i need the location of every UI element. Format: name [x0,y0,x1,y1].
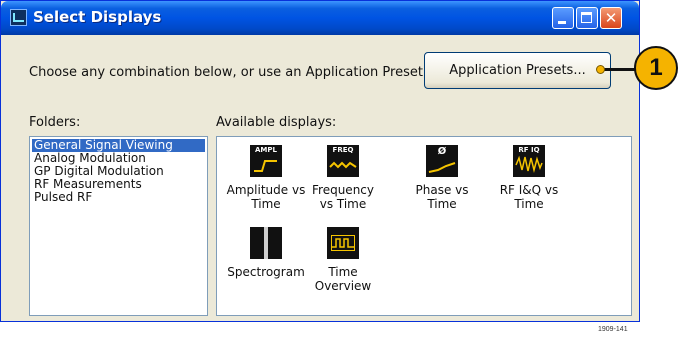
folders-list[interactable]: General Signal Viewing Analog Modulation… [29,136,208,316]
instruction-text: Choose any combination below, or use an … [29,65,428,80]
app-icon [10,9,27,26]
display-time-overview[interactable]: Time Overview [293,227,393,293]
amplitude-icon: AMPL [250,145,282,177]
close-icon: ✕ [604,9,618,27]
display-label: vs Time [319,197,367,211]
select-displays-dialog: Select Displays ✕ Choose any combination… [0,0,640,322]
display-label: Time [251,197,281,211]
available-displays-label: Available displays: [216,115,337,130]
phase-icon: Ø [426,145,458,177]
spectrogram-icon [250,227,282,259]
title-bar[interactable]: Select Displays ✕ [1,1,639,35]
display-label: Time [328,265,358,279]
display-rf-iq-vs-time[interactable]: RF IQ RF I&Q vs Time [479,145,579,211]
maximize-button[interactable] [576,7,598,29]
display-phase-vs-time[interactable]: Ø Phase vs Time [392,145,492,211]
display-label: Time [514,197,544,211]
close-button[interactable]: ✕ [600,7,622,29]
rf-iq-icon: RF IQ [513,145,545,177]
callout-dot [596,65,605,74]
display-label: Frequency [312,183,374,197]
display-label: Phase vs [415,183,469,197]
available-displays-list: AMPL Amplitude vs Time FREQ Frequency vs T… [216,136,632,316]
minimize-icon [558,21,566,24]
folders-label: Folders: [29,115,81,130]
callout-number: 1 [634,46,678,90]
figure-number: 1909-141 [598,326,628,333]
frequency-icon: FREQ [327,145,359,177]
folder-item-pulsed-rf[interactable]: Pulsed RF [32,191,205,204]
callout-leader-line [601,68,635,71]
application-presets-button[interactable]: Application Presets... [424,52,611,89]
display-frequency-vs-time[interactable]: FREQ Frequency vs Time [293,145,393,211]
display-label: Overview [314,279,372,293]
maximize-icon [581,12,592,23]
display-label: Time [427,197,457,211]
display-label: RF I&Q vs [499,183,559,197]
window-title: Select Displays [33,8,162,26]
minimize-button[interactable] [552,7,574,29]
time-overview-icon [327,227,359,259]
